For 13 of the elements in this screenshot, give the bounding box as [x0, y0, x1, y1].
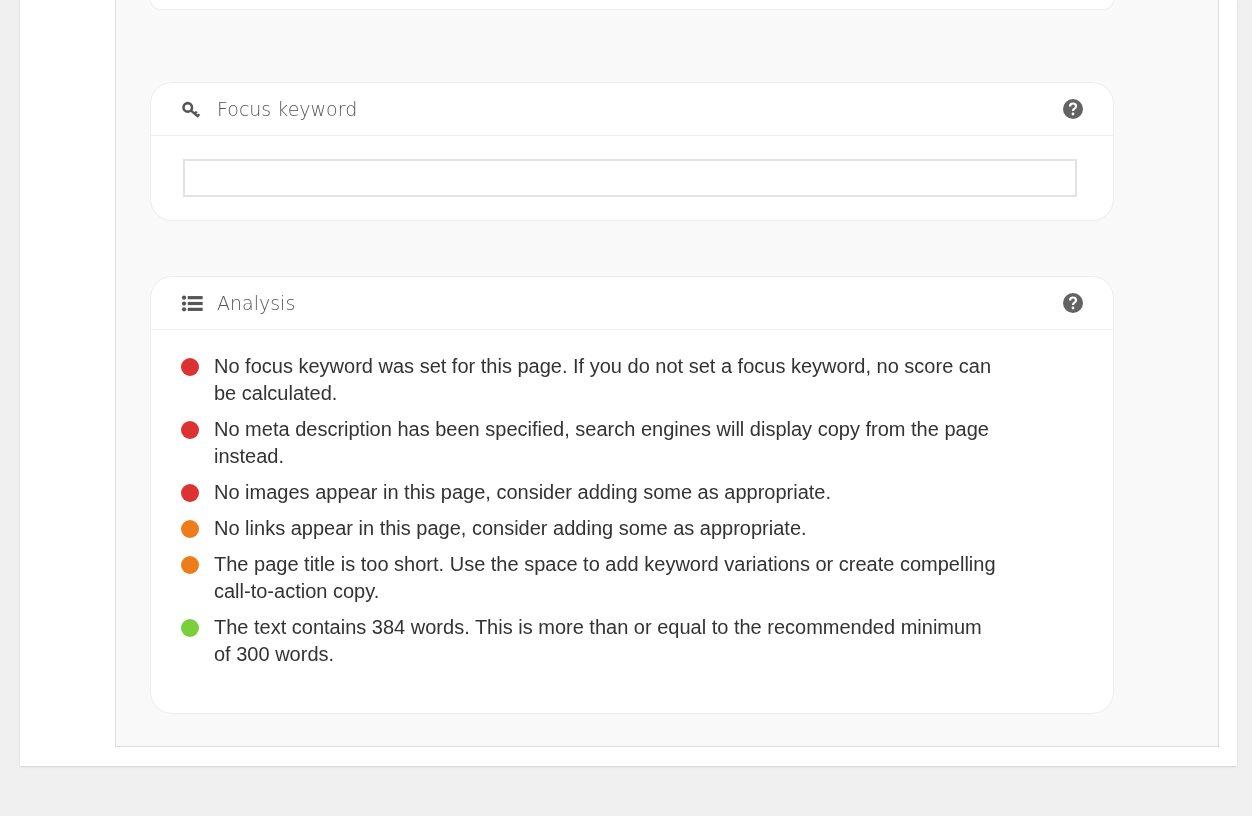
card-title: Focus keyword	[217, 98, 359, 120]
analysis-result: The text contains 384 words. This is more than or equal to the recommended minimum of 300 words.	[214, 615, 983, 667]
focus-keyword-input[interactable]	[183, 159, 1077, 197]
analysis-result: No focus keyword was set for this page. If you do not set a focus keyword, no score can be calculated.	[214, 354, 993, 406]
analysis-result: No images appear in this page, consider adding some as appropriate.	[214, 480, 833, 505]
help-icon[interactable]	[1063, 293, 1083, 313]
list-icon	[181, 294, 203, 312]
help-icon[interactable]	[1063, 99, 1083, 119]
key-icon	[181, 100, 203, 118]
card-title: Analysis	[217, 292, 297, 314]
analysis-result: No links appear in this page, consider adding some as appropriate.	[214, 516, 808, 541]
analysis-result: The page title is too short. Use the space to add keyword variations or create compelling call-to-action copy.	[214, 552, 997, 604]
analysis-result: No meta description has been specified, search engines will display copy from the page instead.	[214, 417, 990, 469]
